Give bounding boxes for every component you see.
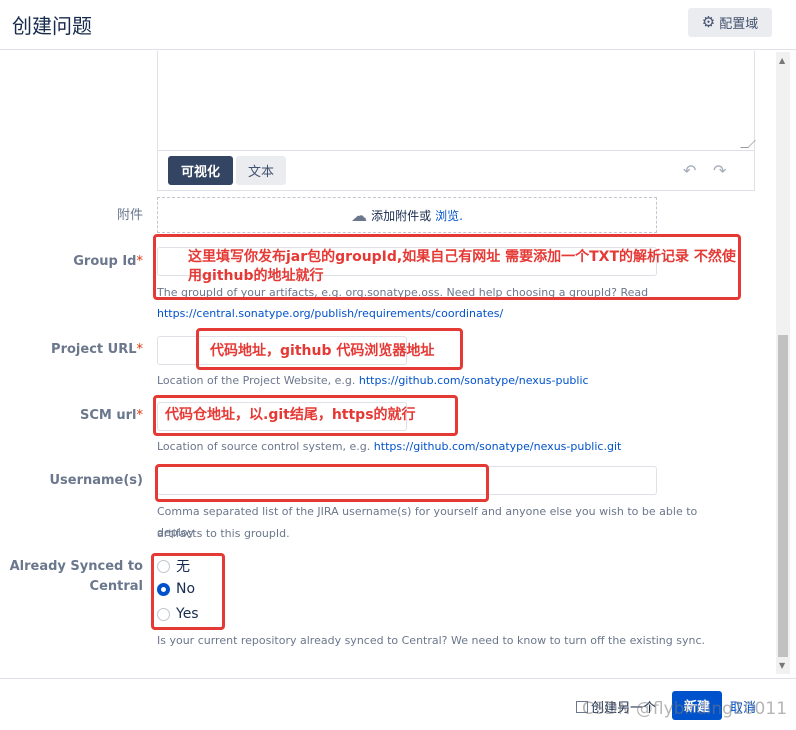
group-id-hint-link-text[interactable]: https://central.sonatype.org/publish/req… [157, 307, 503, 320]
synced-hint: Is your current repository already synce… [157, 634, 706, 647]
project-url-label: Project URL* [51, 342, 143, 357]
description-editor: 可视化 文本 ↶ ↷ [157, 51, 756, 191]
scm-url-hint: Location of source control system, e.g. … [157, 436, 727, 457]
scm-url-label-text: SCM url [80, 408, 137, 423]
project-url-label-text: Project URL [51, 342, 137, 357]
scroll-up-arrow-icon[interactable]: ▲ [779, 56, 785, 65]
project-url-hint: Location of the Project Website, e.g. ht… [157, 370, 727, 391]
required-marker: * [136, 254, 144, 269]
redo-icon[interactable]: ↷ [713, 161, 726, 180]
project-url-hint-link[interactable]: https://github.com/sonatype/nexus-public [359, 374, 589, 387]
dialog-title: 创建问题 [12, 14, 92, 38]
scm-url-hint-link[interactable]: https://github.com/sonatype/nexus-public… [374, 440, 622, 453]
create-issue-dialog: 创建问题 ⚙ 配置域 可视化 文本 ↶ ↷ 附件 ☁ 添加附件或 浏览. Gro… [0, 0, 796, 730]
tab-text[interactable]: 文本 [236, 156, 286, 185]
project-url-hint-text: Location of the Project Website, e.g. [157, 374, 356, 387]
synced-label-line1: Already Synced to [9, 559, 143, 574]
usernames-hint-line2: artifacts to this groupId. [157, 527, 290, 540]
synced-annotation-box [151, 553, 225, 630]
tab-visual[interactable]: 可视化 [168, 156, 233, 185]
attachment-dropzone[interactable]: ☁ 添加附件或 浏览. [157, 197, 657, 233]
group-id-annotation: 这里填写你发布jar包的groupId,如果自己有网址 需要添加一个TXT的解析… [188, 249, 736, 284]
attachment-prompt: 添加附件或 [371, 208, 432, 223]
upload-cloud-icon: ☁ [351, 205, 368, 225]
synced-label-line2: Central [89, 579, 143, 594]
group-id-label: Group Id* [73, 254, 143, 269]
required-marker: * [136, 408, 144, 423]
gear-icon: ⚙ [701, 13, 716, 31]
watermark: CSDN @flybirding10011 [582, 699, 788, 719]
group-id-label-text: Group Id [73, 254, 137, 269]
browse-link[interactable]: 浏览. [435, 207, 463, 224]
configure-fields-button[interactable]: ⚙ 配置域 [688, 8, 772, 37]
dialog-footer: 创建另一个 新建 取消 CSDN @flybirding10011 [0, 678, 796, 730]
scm-url-label: SCM url* [80, 408, 143, 423]
dialog-header: 创建问题 ⚙ 配置域 [0, 0, 796, 50]
scm-url-annotation: 代码仓地址，以.git结尾，https的就行 [165, 407, 416, 423]
undo-icon[interactable]: ↶ [683, 161, 696, 180]
usernames-label: Username(s) [49, 473, 143, 488]
scm-url-hint-text: Location of source control system, e.g. [157, 440, 371, 453]
vertical-scrollbar[interactable]: ▲ ▼ [776, 52, 790, 674]
usernames-annotation-box [155, 464, 489, 502]
project-url-annotation: 代码地址，github 代码浏览器地址 [210, 343, 435, 359]
scroll-down-arrow-icon[interactable]: ▼ [779, 661, 785, 670]
required-marker: * [136, 342, 144, 357]
scrollbar-thumb[interactable] [778, 335, 788, 657]
resize-handle[interactable] [740, 140, 756, 148]
group-id-hint-link[interactable]: https://central.sonatype.org/publish/req… [157, 303, 727, 324]
dialog-body: 可视化 文本 ↶ ↷ 附件 ☁ 添加附件或 浏览. Group Id* The … [0, 51, 796, 676]
synced-label: Already Synced to Central [10, 557, 143, 597]
attachment-label: 附件 [116, 208, 143, 223]
configure-fields-label: 配置域 [719, 17, 759, 32]
description-textarea[interactable] [158, 51, 756, 151]
